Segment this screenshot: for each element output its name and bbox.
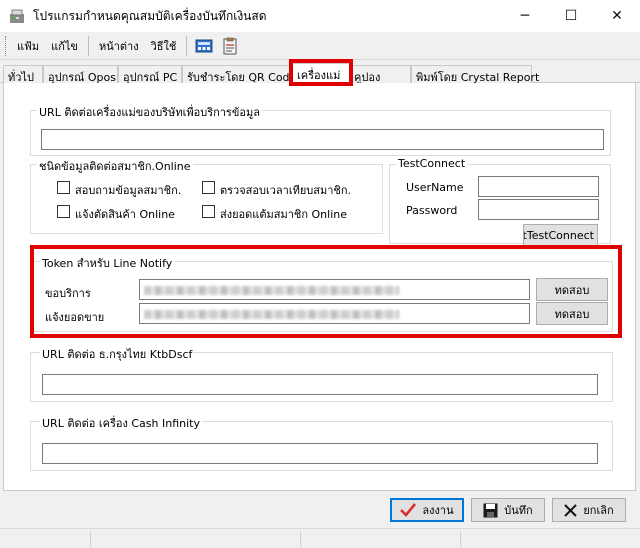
member-online-label: ชนิดข้อมูลติดต่อสมาชิก.Online — [37, 157, 193, 175]
url-ktb-input[interactable] — [42, 374, 598, 395]
test-connect-group: TestConnect UserName Password btTestConn… — [389, 157, 611, 246]
floppy-disk-icon — [483, 503, 498, 517]
calculator-icon[interactable] — [195, 37, 213, 55]
maximize-button[interactable]: ☐ — [548, 0, 594, 32]
query-member-label: สอบถามข้อมูลสมาชิก. — [75, 184, 182, 197]
deduct-stock-online-checkbox[interactable] — [57, 205, 70, 218]
query-member-checkbox[interactable] — [57, 181, 70, 194]
cancel-button[interactable]: ยกเลิก — [552, 498, 626, 522]
master-machine-panel: URL ติดต่อเครื่องแม่ของบริษัทเพื่อบริการ… — [3, 83, 636, 491]
toolbar-grip — [5, 35, 8, 56]
url-cash-infinity-label: URL ติดต่อ เครื่อง Cash Infinity — [40, 414, 202, 432]
username-label: UserName — [406, 181, 464, 194]
menu-separator — [87, 35, 89, 56]
url-cash-infinity-input[interactable] — [42, 443, 598, 464]
send-member-points-label: ส่งยอดแต้มสมาชิก Online — [220, 208, 348, 221]
status-separator — [90, 531, 91, 547]
menu-bar: แฟ้ม แก้ไข หน้าต่าง วิธีใช้ — [0, 32, 640, 60]
send-member-points-checkbox[interactable] — [202, 205, 215, 218]
menu-window[interactable]: หน้าต่าง — [93, 37, 145, 55]
username-input[interactable] — [478, 176, 599, 197]
close-button[interactable]: ✕ — [594, 0, 640, 32]
tab-opos-device[interactable]: อุปกรณ์ Opos — [43, 65, 118, 84]
url-ktb-group: URL ติดต่อ ธ.กรุงไทย KtbDscf — [30, 345, 613, 402]
request-service-label: ขอบริการ — [45, 287, 91, 300]
menu-help[interactable]: วิธีใช้ — [145, 37, 183, 55]
menu-file[interactable]: แฟ้ม — [11, 37, 45, 55]
tab-general[interactable]: ทั่วไป — [3, 65, 43, 84]
cross-icon — [564, 503, 578, 517]
clipboard-icon[interactable] — [221, 37, 239, 55]
url-company-group: URL ติดต่อเครื่องแม่ของบริษัทเพื่อบริการ… — [30, 103, 611, 156]
test-connect-label: TestConnect — [396, 157, 468, 170]
url-company-label: URL ติดต่อเครื่องแม่ของบริษัทเพื่อบริการ… — [37, 103, 262, 121]
sales-report-token-input[interactable] — [139, 303, 530, 324]
tab-crystal-report[interactable]: พิมพ์โดย Crystal Report — [411, 65, 539, 84]
app-icon — [9, 8, 25, 24]
check-member-time-checkbox[interactable] — [202, 181, 215, 194]
tab-qr-payment[interactable]: รับชำระโดย QR Code — [182, 65, 296, 84]
ok-button[interactable]: ลงงาน — [390, 498, 464, 522]
menu-edit[interactable]: แก้ไข — [45, 37, 84, 55]
password-label: Password — [406, 204, 458, 217]
tab-coupon[interactable]: คูปอง — [351, 65, 411, 84]
title-bar: โปรแกรมกำหนดคุณสมบัติเครื่องบันทึกเงินสด… — [0, 0, 640, 32]
status-separator — [460, 531, 461, 547]
menu-separator — [186, 35, 188, 56]
url-company-input[interactable] — [41, 129, 604, 150]
sales-report-label: แจ้งยอดขาย — [45, 311, 105, 324]
member-online-group: ชนิดข้อมูลติดต่อสมาชิก.Online สอบถามข้อม… — [30, 157, 383, 234]
deduct-stock-online-label: แจ้งตัดสินค้า Online — [75, 208, 175, 221]
redacted-token — [144, 310, 399, 319]
action-bar: ลงงาน บันทึก ยกเลิก — [0, 491, 640, 528]
minimize-button[interactable]: ─ — [502, 0, 548, 32]
status-bar — [0, 528, 640, 548]
request-service-test-button[interactable]: ทดสอบ — [536, 278, 608, 301]
line-notify-group: Token สำหรับ Line Notify ขอบริการ ทดสอบ … — [30, 254, 613, 332]
tab-master-machine[interactable]: เครื่องแม่ — [292, 63, 352, 84]
line-notify-label: Token สำหรับ Line Notify — [40, 254, 175, 272]
sales-report-test-button[interactable]: ทดสอบ — [536, 302, 608, 325]
status-separator — [300, 531, 301, 547]
password-input[interactable] — [478, 199, 599, 220]
request-service-token-input[interactable] — [139, 279, 530, 300]
checkmark-icon — [400, 503, 417, 517]
check-member-time-label: ตรวจสอบเวลาเทียบสมาชิก. — [220, 184, 352, 197]
url-ktb-label: URL ติดต่อ ธ.กรุงไทย KtbDscf — [40, 345, 195, 363]
url-cash-infinity-group: URL ติดต่อ เครื่อง Cash Infinity — [30, 414, 613, 471]
save-button[interactable]: บันทึก — [471, 498, 545, 522]
tab-pc-device[interactable]: อุปกรณ์ PC — [118, 65, 182, 84]
window-title: โปรแกรมกำหนดคุณสมบัติเครื่องบันทึกเงินสด — [33, 8, 267, 23]
redacted-token — [144, 286, 399, 295]
tab-strip: ทั่วไป อุปกรณ์ Opos อุปกรณ์ PC รับชำระโด… — [0, 63, 640, 84]
test-connect-button[interactable]: btTestConnect — [523, 224, 598, 246]
